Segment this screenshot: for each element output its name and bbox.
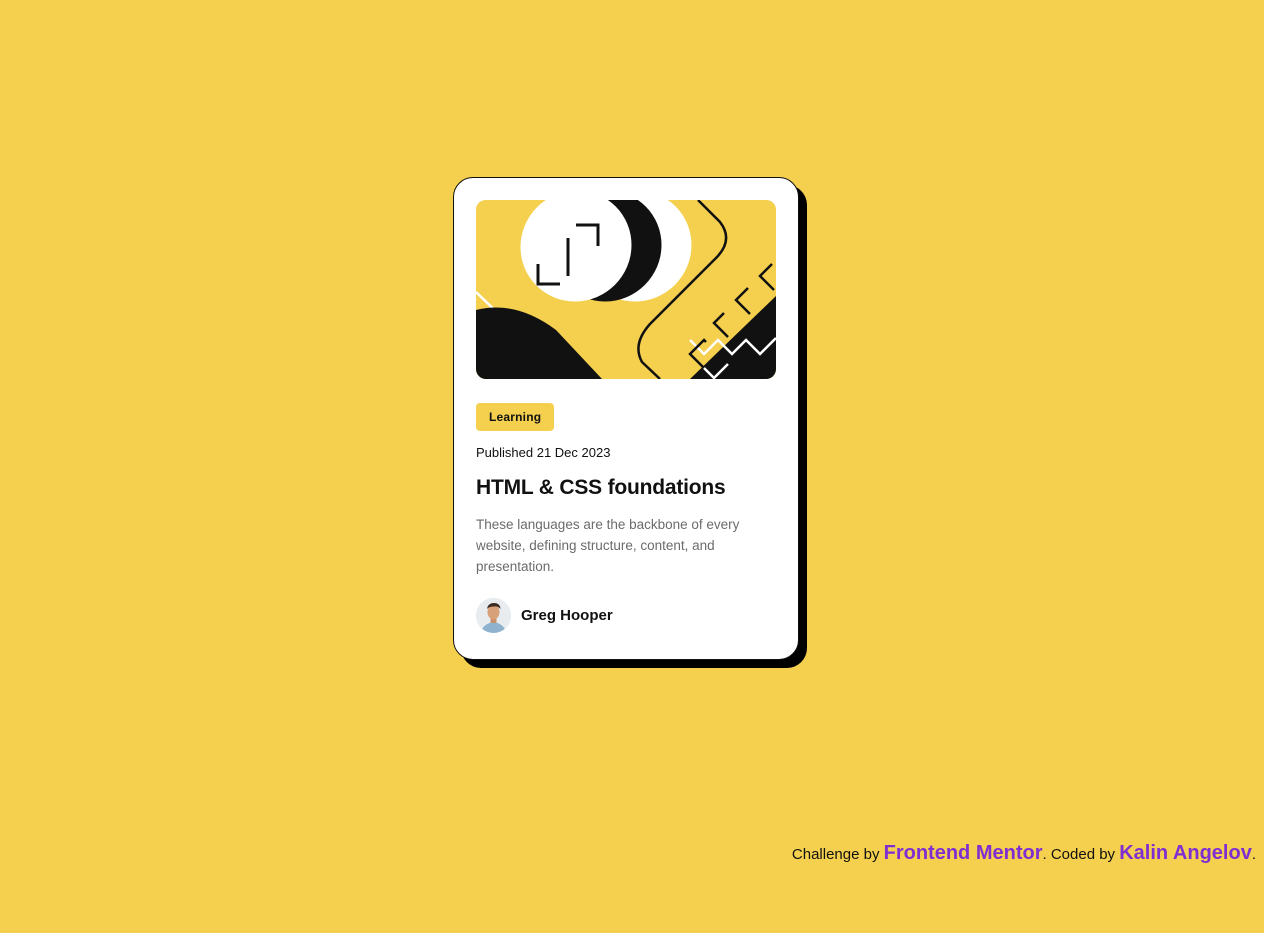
coder-link[interactable]: Kalin Angelov <box>1119 842 1252 864</box>
article-title[interactable]: HTML & CSS foundations <box>476 476 776 500</box>
published-date: Published 21 Dec 2023 <box>476 445 611 460</box>
category-tag: Learning <box>476 403 555 431</box>
attribution-suffix: . <box>1251 846 1256 863</box>
article-description: These languages are the backbone of ever… <box>476 517 740 574</box>
attribution-middle: . Coded by <box>1042 846 1120 863</box>
attribution: Challenge by Frontend Mentor. Coded by K… <box>792 842 1256 865</box>
page: Learning Published 21 Dec 2023 HTML & CS… <box>0 0 1264 933</box>
author: Greg Hooper <box>476 598 776 633</box>
attribution-prefix: Challenge by <box>791 846 884 863</box>
author-name: Greg Hooper <box>521 607 613 624</box>
blog-preview-card: Learning Published 21 Dec 2023 HTML & CS… <box>453 177 799 660</box>
frontend-mentor-link[interactable]: Frontend Mentor <box>884 842 1043 864</box>
article-illustration <box>476 200 776 379</box>
author-avatar <box>476 598 511 633</box>
